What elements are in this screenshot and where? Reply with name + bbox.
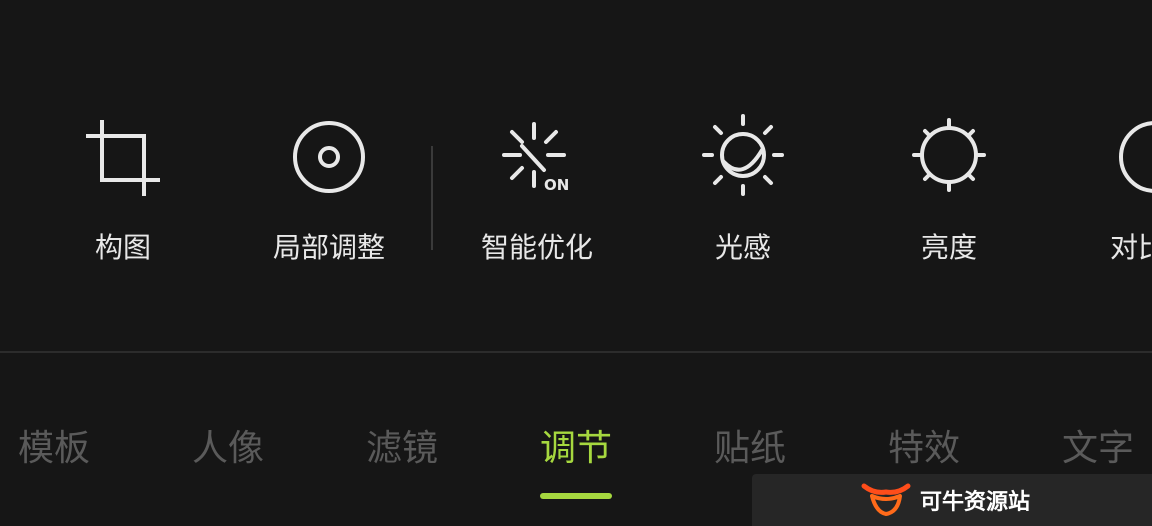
tab-portrait[interactable]: 人像	[158, 419, 298, 471]
adjust-toolbar: 构图 局部调整 ON 智能优化 光感 亮度 对	[0, 0, 1152, 352]
auto-enhance-icon: ON	[492, 112, 582, 202]
tool-label: 构图	[94, 231, 151, 264]
tool-light[interactable]: 光感	[668, 112, 818, 272]
tool-label: 光感	[714, 231, 771, 264]
tab-sticker[interactable]: 贴纸	[680, 419, 820, 471]
tool-label: 对比	[1110, 231, 1152, 264]
watermark-text: 可牛资源站	[920, 490, 1031, 515]
toolbar-separator	[431, 146, 433, 250]
tool-smart-enhance[interactable]: ON 智能优化	[462, 112, 612, 272]
tool-local-adjust[interactable]: 局部调整	[254, 112, 404, 272]
tab-text[interactable]: 文字	[1028, 419, 1152, 471]
svg-text:ON: ON	[544, 176, 569, 194]
brightness-icon	[904, 112, 994, 202]
crop-icon	[78, 112, 168, 202]
contrast-icon	[1119, 121, 1152, 193]
tab-effects[interactable]: 特效	[854, 419, 994, 471]
tool-label: 局部调整	[272, 231, 385, 264]
watermark: 可牛资源站	[752, 474, 1152, 526]
bull-logo-icon	[861, 483, 911, 516]
tool-brightness[interactable]: 亮度	[874, 112, 1024, 272]
tool-label: 智能优化	[480, 231, 593, 264]
light-icon	[698, 112, 788, 202]
tab-filter[interactable]: 滤镜	[332, 419, 472, 471]
active-tab-indicator	[540, 493, 612, 499]
tab-adjust[interactable]: 调节	[506, 419, 646, 471]
target-icon	[284, 112, 374, 202]
tool-crop[interactable]: 构图	[48, 112, 198, 272]
tool-label: 亮度	[920, 231, 977, 264]
tab-template[interactable]: 模板	[0, 419, 124, 471]
